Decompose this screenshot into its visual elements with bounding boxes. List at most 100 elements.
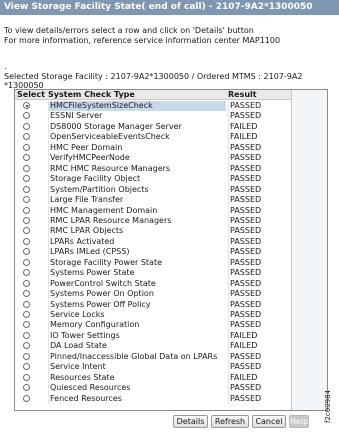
instructions-line-1: To view details/errors select a row and … bbox=[4, 26, 254, 35]
row-select-radio[interactable] bbox=[23, 248, 30, 256]
row-select-radio[interactable] bbox=[23, 279, 30, 287]
row-select-radio[interactable] bbox=[23, 331, 30, 339]
column-header-select: Select bbox=[17, 90, 45, 99]
result-cell: PASSED bbox=[228, 310, 290, 321]
system-check-type-cell: RMC LPAR Objects bbox=[48, 226, 226, 237]
table-row[interactable]: LPARs IMLed (CPSS) PASSED bbox=[15, 247, 291, 258]
system-check-type-cell: DA Load State bbox=[48, 341, 226, 352]
result-cell: PASSED bbox=[228, 320, 290, 331]
row-select-radio[interactable] bbox=[23, 237, 30, 245]
row-select-radio[interactable] bbox=[23, 102, 30, 109]
row-select-radio[interactable] bbox=[23, 227, 30, 235]
system-check-type-cell: Storage Facility Object bbox=[48, 174, 226, 185]
table-row[interactable]: HMC Peer Domain PASSED bbox=[15, 142, 291, 154]
table-row[interactable]: Memory Configuration PASSED bbox=[15, 320, 291, 331]
row-select-radio[interactable] bbox=[23, 258, 30, 266]
row-select-radio[interactable] bbox=[23, 185, 30, 193]
result-cell: PASSED bbox=[228, 163, 290, 175]
system-check-type-cell: HMC Peer Domain bbox=[48, 142, 226, 154]
table-row[interactable]: PowerControl Switch State PASSED bbox=[15, 278, 291, 290]
table-row[interactable]: Systems Power State PASSED bbox=[15, 268, 291, 279]
row-select-radio[interactable] bbox=[23, 216, 30, 224]
system-check-type-cell: Memory Configuration bbox=[48, 320, 226, 331]
table-row[interactable]: RMC HMC Resource Managers PASSED bbox=[15, 163, 291, 175]
row-select-radio[interactable] bbox=[23, 143, 30, 151]
row-select-radio[interactable] bbox=[23, 290, 30, 298]
result-cell: PASSED bbox=[228, 299, 290, 310]
result-cell: PASSED bbox=[228, 289, 290, 300]
row-select-radio[interactable] bbox=[23, 133, 30, 141]
result-cell: PASSED bbox=[228, 278, 290, 290]
row-select-radio[interactable] bbox=[23, 164, 30, 172]
result-cell: PASSED bbox=[228, 393, 290, 404]
result-cell: PASSED bbox=[228, 226, 290, 237]
result-cell: PASSED bbox=[228, 247, 290, 258]
table-row[interactable]: Systems Power Off Policy PASSED bbox=[15, 299, 291, 310]
system-check-type-cell: Systems Power State bbox=[48, 268, 226, 279]
result-cell: FAILED bbox=[228, 121, 290, 133]
row-select-radio[interactable] bbox=[23, 196, 30, 204]
table-row[interactable]: ESSNI Server PASSED bbox=[15, 111, 291, 122]
help-button[interactable]: Help bbox=[289, 415, 309, 428]
details-button[interactable]: Details bbox=[173, 415, 208, 428]
row-select-radio[interactable] bbox=[23, 206, 30, 214]
system-check-type-cell: Service Locks bbox=[48, 310, 226, 321]
table-row[interactable]: IO Tower Settings FAILED bbox=[15, 330, 291, 342]
table-row[interactable]: VerifyHMCPeerNode PASSED bbox=[15, 153, 291, 164]
table-row[interactable]: DS8000 Storage Manager Server FAILED bbox=[15, 121, 291, 133]
system-check-type-cell: DS8000 Storage Manager Server bbox=[48, 121, 226, 133]
table-row[interactable]: System/Partition Objects PASSED bbox=[15, 184, 291, 195]
table-row[interactable]: DA Load State FAILED bbox=[15, 341, 291, 352]
cancel-button[interactable]: Cancel bbox=[252, 415, 286, 428]
system-check-type-cell: IO Tower Settings bbox=[48, 330, 226, 342]
table-row[interactable]: Fenced Resources PASSED bbox=[15, 393, 291, 404]
table-row[interactable]: Pinned/Inaccessible Global Data on LPARs… bbox=[15, 351, 291, 363]
table-row[interactable]: OpenServiceableEventsCheck FAILED bbox=[15, 132, 291, 143]
row-select-radio[interactable] bbox=[23, 300, 30, 308]
row-select-radio[interactable] bbox=[23, 112, 30, 120]
row-select-radio[interactable] bbox=[23, 394, 30, 402]
table-row[interactable]: LPARs Activated PASSED bbox=[15, 236, 291, 248]
system-check-type-cell: Quiesced Resources bbox=[48, 383, 226, 394]
row-select-radio[interactable] bbox=[23, 154, 30, 162]
table-row[interactable]: RMC LPAR Resource Managers PASSED bbox=[15, 215, 291, 227]
result-cell: PASSED bbox=[228, 383, 290, 394]
table-row[interactable]: Service Locks PASSED bbox=[15, 310, 291, 321]
table-row[interactable]: Systems Power On Option PASSED bbox=[15, 289, 291, 300]
row-select-radio[interactable] bbox=[23, 363, 30, 371]
table-row[interactable]: Large File Transfer PASSED bbox=[15, 195, 291, 206]
instructions: To view details/errors select a row and … bbox=[4, 26, 336, 46]
result-cell: FAILED bbox=[228, 341, 290, 352]
column-header-system-check-type: System Check Type bbox=[48, 90, 135, 99]
table-header: Select System Check Type Result bbox=[15, 90, 291, 100]
row-select-radio[interactable] bbox=[23, 175, 30, 183]
refresh-button[interactable]: Refresh bbox=[211, 415, 249, 428]
system-check-type-cell: OpenServiceableEventsCheck bbox=[48, 132, 226, 143]
result-cell: PASSED bbox=[228, 268, 290, 279]
instructions-line-2: For more information, reference service … bbox=[4, 36, 281, 45]
result-cell: FAILED bbox=[228, 132, 290, 143]
row-select-radio[interactable] bbox=[23, 321, 30, 329]
row-select-radio[interactable] bbox=[23, 122, 30, 130]
row-select-radio[interactable] bbox=[23, 311, 30, 318]
table-row[interactable]: Storage Facility Object PASSED bbox=[15, 174, 291, 185]
system-check-type-cell: HMCFileSystemSizeCheck bbox=[48, 101, 226, 112]
button-bar: Details Refresh Cancel Help bbox=[0, 415, 339, 429]
table-row[interactable]: HMC Management Domain PASSED bbox=[15, 205, 291, 216]
table-row[interactable]: Resources State FAILED bbox=[15, 372, 291, 384]
system-check-type-cell: Systems Power Off Policy bbox=[48, 299, 226, 310]
table-empty-area bbox=[291, 90, 327, 410]
table-row[interactable]: Service Intent PASSED bbox=[15, 362, 291, 373]
result-cell: PASSED bbox=[228, 174, 290, 185]
row-select-radio[interactable] bbox=[23, 342, 30, 350]
row-select-radio[interactable] bbox=[23, 269, 30, 277]
system-check-table: Select System Check Type Result HMCFileS… bbox=[14, 89, 328, 411]
table-row[interactable]: Quiesced Resources PASSED bbox=[15, 383, 291, 394]
row-select-radio[interactable] bbox=[23, 373, 30, 381]
window-title: View Storage Facility State( end of call… bbox=[0, 0, 339, 15]
table-row[interactable]: Storage Facility Power State PASSED bbox=[15, 257, 291, 269]
row-select-radio[interactable] bbox=[23, 352, 30, 360]
table-row[interactable]: HMCFileSystemSizeCheck PASSED bbox=[15, 101, 291, 112]
row-select-radio[interactable] bbox=[23, 384, 30, 392]
table-row[interactable]: RMC LPAR Objects PASSED bbox=[15, 226, 291, 237]
